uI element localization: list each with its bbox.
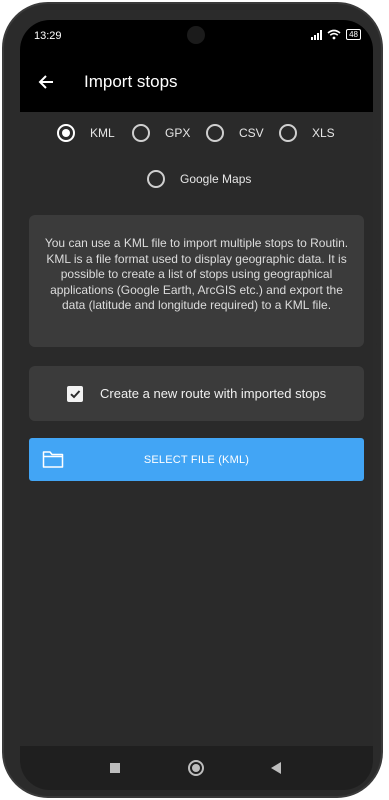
- select-file-label: SELECT FILE (KML): [143, 453, 250, 466]
- battery-icon: 48: [346, 29, 361, 40]
- radio-gpx[interactable]: GPX: [132, 124, 190, 142]
- screen: 13:29 48 Import stops KML GPX CSV XLS Go…: [20, 20, 373, 790]
- radio-unchecked-icon: [147, 170, 165, 188]
- radio-label-xls: XLS: [312, 126, 335, 140]
- wifi-icon: [327, 29, 341, 40]
- radio-xls[interactable]: XLS: [279, 124, 335, 142]
- radio-csv[interactable]: CSV: [206, 124, 264, 142]
- home-circle-icon[interactable]: [188, 760, 204, 776]
- back-triangle-icon[interactable]: [271, 762, 281, 774]
- status-time: 13:29: [34, 30, 62, 42]
- power-button: [376, 289, 381, 345]
- info-text: You can use a KML file to import multipl…: [44, 236, 349, 312]
- status-icons: 48: [311, 29, 361, 40]
- select-file-button[interactable]: SELECT FILE (KML): [29, 438, 364, 481]
- radio-unchecked-icon: [206, 124, 224, 142]
- recents-square-icon[interactable]: [110, 763, 120, 773]
- radio-google-maps[interactable]: Google Maps: [147, 170, 251, 188]
- nav-bar: [20, 746, 373, 790]
- radio-label-kml: KML: [90, 126, 115, 140]
- volume-button: [376, 139, 381, 243]
- front-camera: [187, 26, 205, 44]
- radio-label-csv: CSV: [239, 126, 264, 140]
- folder-icon: [42, 451, 64, 468]
- radio-kml[interactable]: KML: [57, 124, 115, 142]
- page-title: Import stops: [84, 72, 178, 91]
- radio-unchecked-icon: [279, 124, 297, 142]
- radio-label-gpx: GPX: [165, 126, 191, 140]
- format-radio-group: KML GPX CSV XLS: [20, 112, 373, 154]
- checkbox-checked-icon: [67, 385, 83, 402]
- checkbox-label: Create a new route with imported stops: [100, 386, 327, 401]
- signal-icon: [311, 29, 323, 40]
- format-radio-group-row2: Google Maps: [20, 163, 373, 195]
- status-bar: 13:29 48: [20, 20, 373, 52]
- arrow-back-icon: [38, 75, 53, 89]
- phone-frame: 13:29 48 Import stops KML GPX CSV XLS Go…: [2, 2, 383, 798]
- radio-label-google-maps: Google Maps: [180, 172, 252, 186]
- create-route-checkbox[interactable]: Create a new route with imported stops: [29, 366, 364, 421]
- back-button[interactable]: [22, 58, 70, 106]
- radio-unchecked-icon: [132, 124, 150, 142]
- radio-checked-icon: [57, 124, 75, 142]
- app-bar: Import stops: [20, 52, 373, 112]
- info-card: You can use a KML file to import multipl…: [29, 215, 364, 347]
